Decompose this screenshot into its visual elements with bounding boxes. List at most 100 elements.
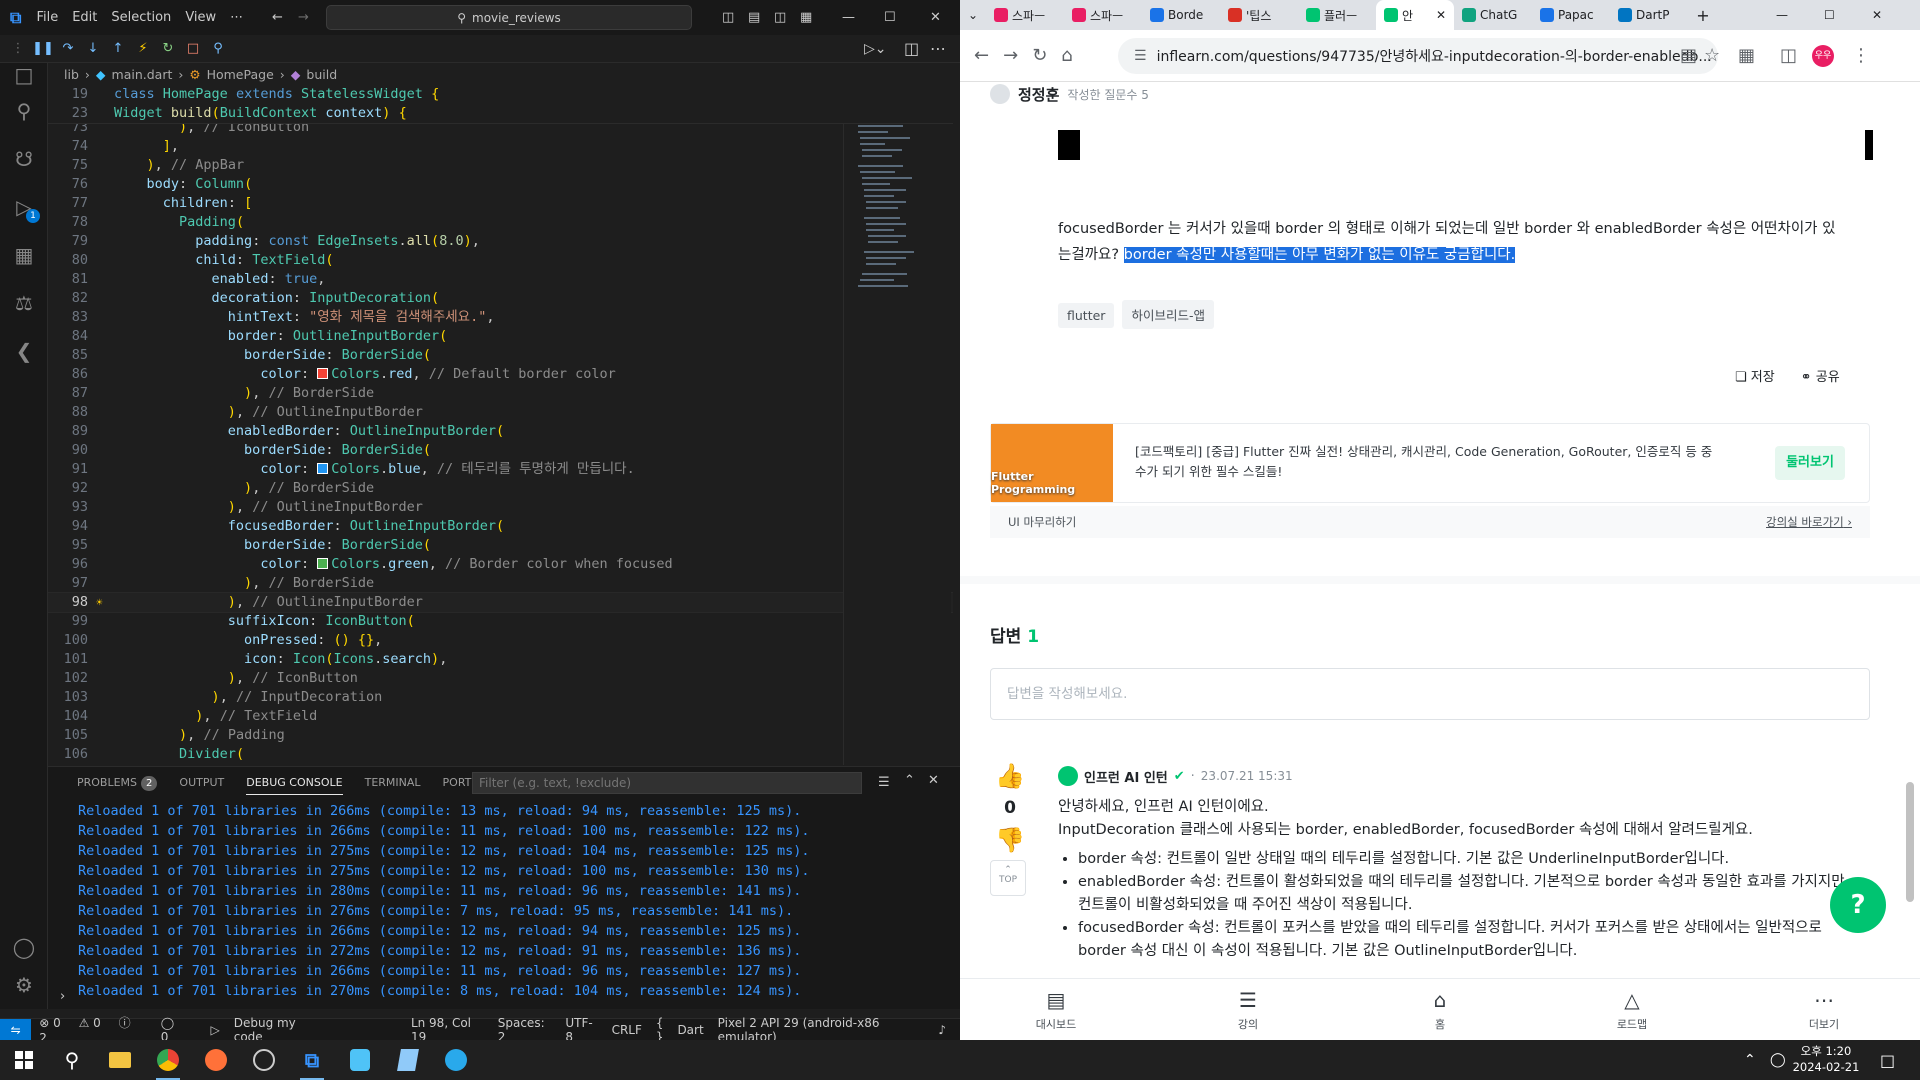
close-button[interactable]: ✕: [1872, 8, 1882, 22]
explorer-icon[interactable]: □: [0, 63, 48, 87]
close-panel-icon[interactable]: ✕: [928, 773, 939, 788]
network-icon[interactable]: ◯: [1770, 1052, 1786, 1068]
nav-dashboard[interactable]: ▤ 대시보드: [1006, 988, 1106, 1032]
ports-status[interactable]: ◯ 0: [161, 1016, 197, 1041]
clear-console-icon[interactable]: ☰: [878, 775, 890, 790]
drag-handle-icon[interactable]: ⋮: [8, 39, 28, 59]
color-swatch[interactable]: [317, 558, 329, 569]
line-number[interactable]: 103: [48, 688, 88, 707]
line-number[interactable]: 78: [48, 213, 88, 232]
layout-secondary-icon[interactable]: ◫: [774, 10, 786, 25]
step-into-icon[interactable]: ↓: [83, 39, 103, 59]
search-icon[interactable]: ⚲: [0, 87, 48, 135]
line-number[interactable]: 19: [48, 85, 88, 104]
layout-panel-icon[interactable]: ▤: [748, 10, 760, 25]
line-number[interactable]: 90: [48, 441, 88, 460]
thumbs-up-icon[interactable]: 👍: [990, 762, 1030, 790]
back-arrow-icon[interactable]: ←: [272, 10, 283, 25]
line-number[interactable]: 99: [48, 612, 88, 631]
new-tab-icon[interactable]: +: [1688, 6, 1718, 25]
code-line[interactable]: 104 ), // TextField: [48, 707, 953, 726]
forward-arrow-icon[interactable]: →: [298, 10, 309, 25]
browser-tab[interactable]: 안 ✕: [1376, 0, 1454, 30]
browser-tab[interactable]: 스파ㅡ: [1064, 0, 1142, 30]
code-line[interactable]: 92 ), // BorderSide: [48, 479, 953, 498]
nav-roadmap[interactable]: △ 로드맵: [1582, 988, 1682, 1032]
page-scrollbar[interactable]: [1906, 782, 1914, 902]
nav-courses[interactable]: ☰ 강의: [1198, 988, 1298, 1032]
color-swatch[interactable]: [317, 368, 329, 379]
line-number[interactable]: 89: [48, 422, 88, 441]
line-number[interactable]: 83: [48, 308, 88, 327]
menu-item[interactable]: File: [29, 10, 65, 25]
code-line[interactable]: 90 borderSide: BorderSide(: [48, 441, 953, 460]
line-number[interactable]: 94: [48, 517, 88, 536]
code-line[interactable]: 88 ), // OutlineInputBorder: [48, 403, 953, 422]
line-number[interactable]: 106: [48, 745, 88, 764]
code-line[interactable]: 76 body: Column(: [48, 175, 953, 194]
browse-course-button[interactable]: 둘러보기: [1775, 446, 1845, 480]
code-line[interactable]: 83 hintText: "영화 제목을 검색해주세요.",: [48, 308, 953, 327]
close-tab-icon[interactable]: ✕: [1436, 8, 1446, 22]
home-icon[interactable]: ⌂: [1061, 45, 1072, 66]
code-line[interactable]: 100 onPressed: () {},: [48, 631, 953, 650]
answer-author[interactable]: 인프런 AI 인턴: [1084, 767, 1168, 786]
close-button[interactable]: ✕: [930, 10, 941, 25]
code-line[interactable]: 80 child: TextField(: [48, 251, 953, 270]
tray-chevron-icon[interactable]: ⌃: [1744, 1052, 1756, 1068]
top-button[interactable]: ⌃ TOP: [990, 860, 1026, 896]
start-windows-icon[interactable]: [0, 1040, 48, 1080]
code-line[interactable]: 87 ), // BorderSide: [48, 384, 953, 403]
code-line[interactable]: 94 focusedBorder: OutlineInputBorder(: [48, 517, 953, 536]
language-mode[interactable]: Dart: [677, 1023, 703, 1037]
step-over-icon[interactable]: ↷: [58, 39, 78, 59]
line-number[interactable]: 98: [48, 593, 88, 612]
thumbs-down-icon[interactable]: 👎: [990, 826, 1030, 854]
telegram-icon[interactable]: [432, 1040, 480, 1080]
line-number[interactable]: 81: [48, 270, 88, 289]
extensions-icon[interactable]: ▦: [0, 231, 48, 279]
menu-kebab-icon[interactable]: ⋮: [1852, 45, 1870, 66]
tag-flutter[interactable]: flutter: [1058, 303, 1115, 328]
maximize-button[interactable]: ☐: [1824, 8, 1835, 22]
forward-arrow-icon[interactable]: →: [1003, 45, 1018, 66]
line-number[interactable]: 79: [48, 232, 88, 251]
tab-terminal[interactable]: TERMINAL: [356, 767, 430, 799]
code-line[interactable]: 99 suffixIcon: IconButton(: [48, 612, 953, 631]
more-actions-icon[interactable]: ⋯: [930, 39, 946, 58]
layout-sidebar-icon[interactable]: ◫: [722, 10, 734, 25]
tab-search-icon[interactable]: ⌄: [960, 8, 986, 22]
color-swatch[interactable]: [317, 463, 329, 474]
minimize-button[interactable]: —: [842, 10, 855, 25]
code-line[interactable]: 102 ), // IconButton: [48, 669, 953, 688]
cursor-position[interactable]: Ln 98, Col 19: [411, 1016, 484, 1041]
indentation-status[interactable]: Spaces: 2: [498, 1016, 552, 1041]
line-number[interactable]: 76: [48, 175, 88, 194]
debug-config-status[interactable]: Debug my code: [234, 1016, 321, 1041]
code-line[interactable]: 75 ), // AppBar: [48, 156, 953, 175]
code-line[interactable]: 23 Widget build(BuildContext context) {: [48, 104, 953, 123]
settings-gear-icon[interactable]: ⚙: [0, 961, 48, 1009]
browser-tab[interactable]: Borde: [1142, 0, 1220, 30]
line-number[interactable]: 77: [48, 194, 88, 213]
firefox-icon[interactable]: [192, 1040, 240, 1080]
testing-icon[interactable]: ⚖: [0, 279, 48, 327]
split-editor-icon[interactable]: ◫: [904, 39, 919, 58]
code-line[interactable]: 82 decoration: InputDecoration(: [48, 289, 953, 308]
chat-bubble-button[interactable]: ?: [1830, 877, 1886, 933]
course-card[interactable]: Flutter Programming [코드팩토리] [중급] Flutter…: [990, 423, 1870, 503]
share-button[interactable]: ⚭ 공유: [1801, 366, 1840, 385]
maximize-panel-icon[interactable]: ⌃: [904, 773, 915, 788]
line-number[interactable]: 85: [48, 346, 88, 365]
tab-problems[interactable]: PROBLEMS 2: [68, 767, 166, 799]
problems-status[interactable]: ⊗ 0 ⚠ 0 ⓘ 2: [39, 1014, 146, 1040]
code-line[interactable]: 101 icon: Icon(Icons.search),: [48, 650, 953, 669]
go-class-link[interactable]: 강의실 바로가기 ›: [1766, 514, 1852, 530]
customize-layout-icon[interactable]: ▦: [800, 10, 812, 25]
code-line[interactable]: 96 color: Colors.green, // Border color …: [48, 555, 953, 574]
code-line[interactable]: 81 enabled: true,: [48, 270, 953, 289]
code-line[interactable]: 86 color: Colors.red, // Default border …: [48, 365, 953, 384]
line-number[interactable]: 88: [48, 403, 88, 422]
back-arrow-icon[interactable]: ←: [974, 45, 989, 66]
console-filter-input[interactable]: [472, 772, 862, 794]
